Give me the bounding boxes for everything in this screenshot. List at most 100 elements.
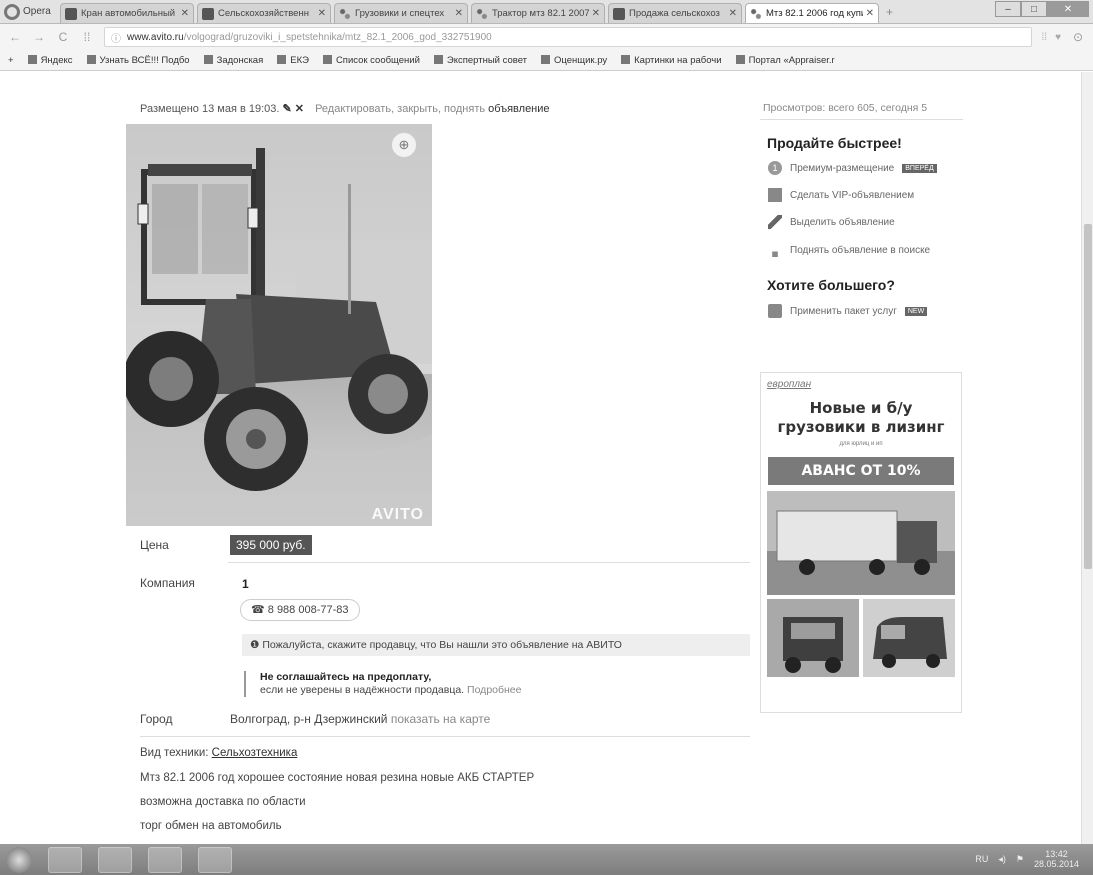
divider [140,736,750,737]
highlight-listing-link[interactable]: Выделить объявление [768,215,895,229]
back-icon[interactable]: ← [8,30,22,44]
tab-6-active[interactable]: Мтз 82.1 2006 год купи ✕ [745,3,879,23]
arrow-up-icon [768,243,782,257]
taskbar-app-excel[interactable] [198,846,232,873]
close-tab-icon[interactable]: ✕ [866,8,874,19]
city-name: Волгоград, р-н Дзержинский [230,712,388,726]
truck-image [767,491,955,595]
window-controls: – □ ✕ [995,1,1089,17]
edit-pencil-icon[interactable]: ✎ ✕ [283,103,305,115]
listing-photo[interactable]: ⊕ AVITO [126,124,432,526]
bookmark-label: Оценщик.ру [554,54,608,66]
forward-icon[interactable]: → [32,30,46,44]
make-vip-link[interactable]: Сделать VIP-объявлением [768,188,914,202]
bookmark-8[interactable]: Картинки на рабочи [621,55,722,66]
bookmark-1[interactable]: Яндекс [27,54,73,66]
vehicle-type-link[interactable]: Сельхозтехника [212,747,298,759]
raise-listing-link[interactable]: Поднять объявление в поиске [768,243,930,257]
opera-menu-button[interactable]: Opera [4,2,54,22]
bookmark-label: Яндекс [40,54,73,66]
clock-date: 28.05.2014 [1033,859,1079,869]
bookmarks-bar: + Яндекс Узнать ВСЁ!!! Подбо Задонская Е… [0,50,1093,71]
reload-icon[interactable]: C [56,30,70,44]
bookmark-5[interactable]: Список сообщений [322,55,420,66]
truck-illustration [767,491,955,595]
bookmark-4[interactable]: ЕКЭ [277,55,309,66]
tab-4[interactable]: Трактор мтз 82.1 2007 ✕ [471,3,605,23]
posted-date: Размещено 13 мая в 19:03. [140,103,280,115]
bookmark-icon [322,55,332,65]
notice-text: Пожалуйста, скажите продавцу, что Вы наш… [262,639,622,651]
taskbar-app-explorer[interactable] [98,846,132,873]
taskbar-app-opera[interactable] [148,846,182,873]
company-label: Компания [140,576,195,590]
van-illustration [863,599,955,677]
new-tab-button[interactable]: + [886,5,902,19]
speaker-icon[interactable]: ◂) [998,854,1006,865]
bookmark-9[interactable]: Портал «Appraiser.r [735,55,835,66]
close-tab-icon[interactable]: ✕ [592,8,600,19]
url-input[interactable]: ⓘ www.avito.ru/volgograd/gruzoviki_i_spe… [104,27,1032,47]
leasing-advertisement[interactable]: европлан Новые и б/у грузовики в лизинг … [760,372,962,713]
add-bookmark-icon[interactable]: + [8,55,14,66]
language-indicator[interactable]: RU [975,854,988,864]
apply-package-link[interactable]: Применить пакет услуг NEW [768,304,928,318]
minimize-icon[interactable]: – [995,1,1021,17]
speed-dial-icon[interactable]: ⁞⁞ [80,30,94,44]
highlighter-icon [768,215,782,229]
maximize-icon[interactable]: □ [1021,1,1047,17]
close-window-icon[interactable]: ✕ [1047,1,1089,17]
posted-info: Размещено 13 мая в 19:03. ✎ ✕ Редактиров… [140,102,550,115]
tab-3[interactable]: Грузовики и спецтех ✕ [334,3,468,23]
download-icon[interactable]: ⊙ [1071,30,1085,44]
zoom-icon[interactable]: ⊕ [391,132,417,158]
edit-listing-link[interactable]: Редактировать, закрыть, поднять объявлен… [315,103,549,115]
clock[interactable]: 13:42 28.05.2014 [1034,849,1079,869]
bookmark-label: Задонская [216,54,264,66]
more-details-link[interactable]: Подробнее [467,684,521,696]
bookmark-6[interactable]: Экспертный совет [433,55,527,66]
taskbar-app-media[interactable] [48,846,82,873]
close-tab-icon[interactable]: ✕ [181,8,189,19]
highlight-label: Выделить объявление [790,216,895,228]
opera-logo-icon [4,3,20,20]
bookmark-3[interactable]: Задонская [203,54,264,66]
heart-icon[interactable]: ♥ [1055,32,1061,43]
phone-number: 8 988 008-77-83 [267,604,349,616]
tab-2[interactable]: Сельскохозяйственн ✕ [197,3,331,23]
tab-title: Кран автомобильный [81,8,176,19]
package-label: Применить пакет услуг [790,305,897,317]
tab-5[interactable]: Продажа сельскохоз ✕ [608,3,742,23]
tab-title: Мтз 82.1 2006 год купи [766,8,863,19]
address-actions: ⁞⁞ ♥ [1042,32,1062,43]
tab-title: Сельскохозяйственн [218,8,309,19]
tab-title: Грузовики и спецтех [355,8,445,19]
edit-link-text: Редактировать, закрыть, поднять [315,103,486,115]
close-tab-icon[interactable]: ✕ [318,8,326,19]
bookmark-7[interactable]: Оценщик.ру [541,55,607,66]
start-button[interactable] [6,846,32,873]
site-favicon-icon [750,7,762,20]
tab-1[interactable]: Кран автомобильный ✕ [60,3,194,23]
ad-subtitle: для юрлиц и ип [839,441,883,447]
premium-placement-link[interactable]: 1 Премиум-размещение ВПЕРЁД [768,161,937,175]
show-on-map-link[interactable]: показать на карте [391,712,491,726]
ad-cta-button[interactable]: АВАНС ОТ 10% [768,457,954,485]
phone-button[interactable]: ☎ 8 988 008-77-83 [240,599,360,621]
bookmark-icon [27,55,37,65]
scrollbar-thumb[interactable] [1084,224,1092,569]
bookmark-2[interactable]: Узнать ВСЁ!!! Подбо [86,55,190,66]
flag-icon[interactable]: ⚑ [1016,854,1024,865]
close-tab-icon[interactable]: ✕ [729,8,737,19]
tab-title: Трактор мтз 82.1 2007 [492,8,589,19]
phone-icon: ☎ [251,604,268,616]
close-tab-icon[interactable]: ✕ [455,8,463,19]
bookmark-page-icon[interactable]: ⁞⁞ [1042,32,1048,43]
page-scrollbar[interactable] [1081,72,1093,844]
site-info-icon[interactable]: ⓘ [111,30,121,45]
bookmark-icon [735,55,745,65]
opera-label: Opera [23,6,51,17]
truck-image-2 [767,599,859,677]
company-name[interactable]: 1 [242,577,249,591]
bookmark-icon [621,55,631,65]
